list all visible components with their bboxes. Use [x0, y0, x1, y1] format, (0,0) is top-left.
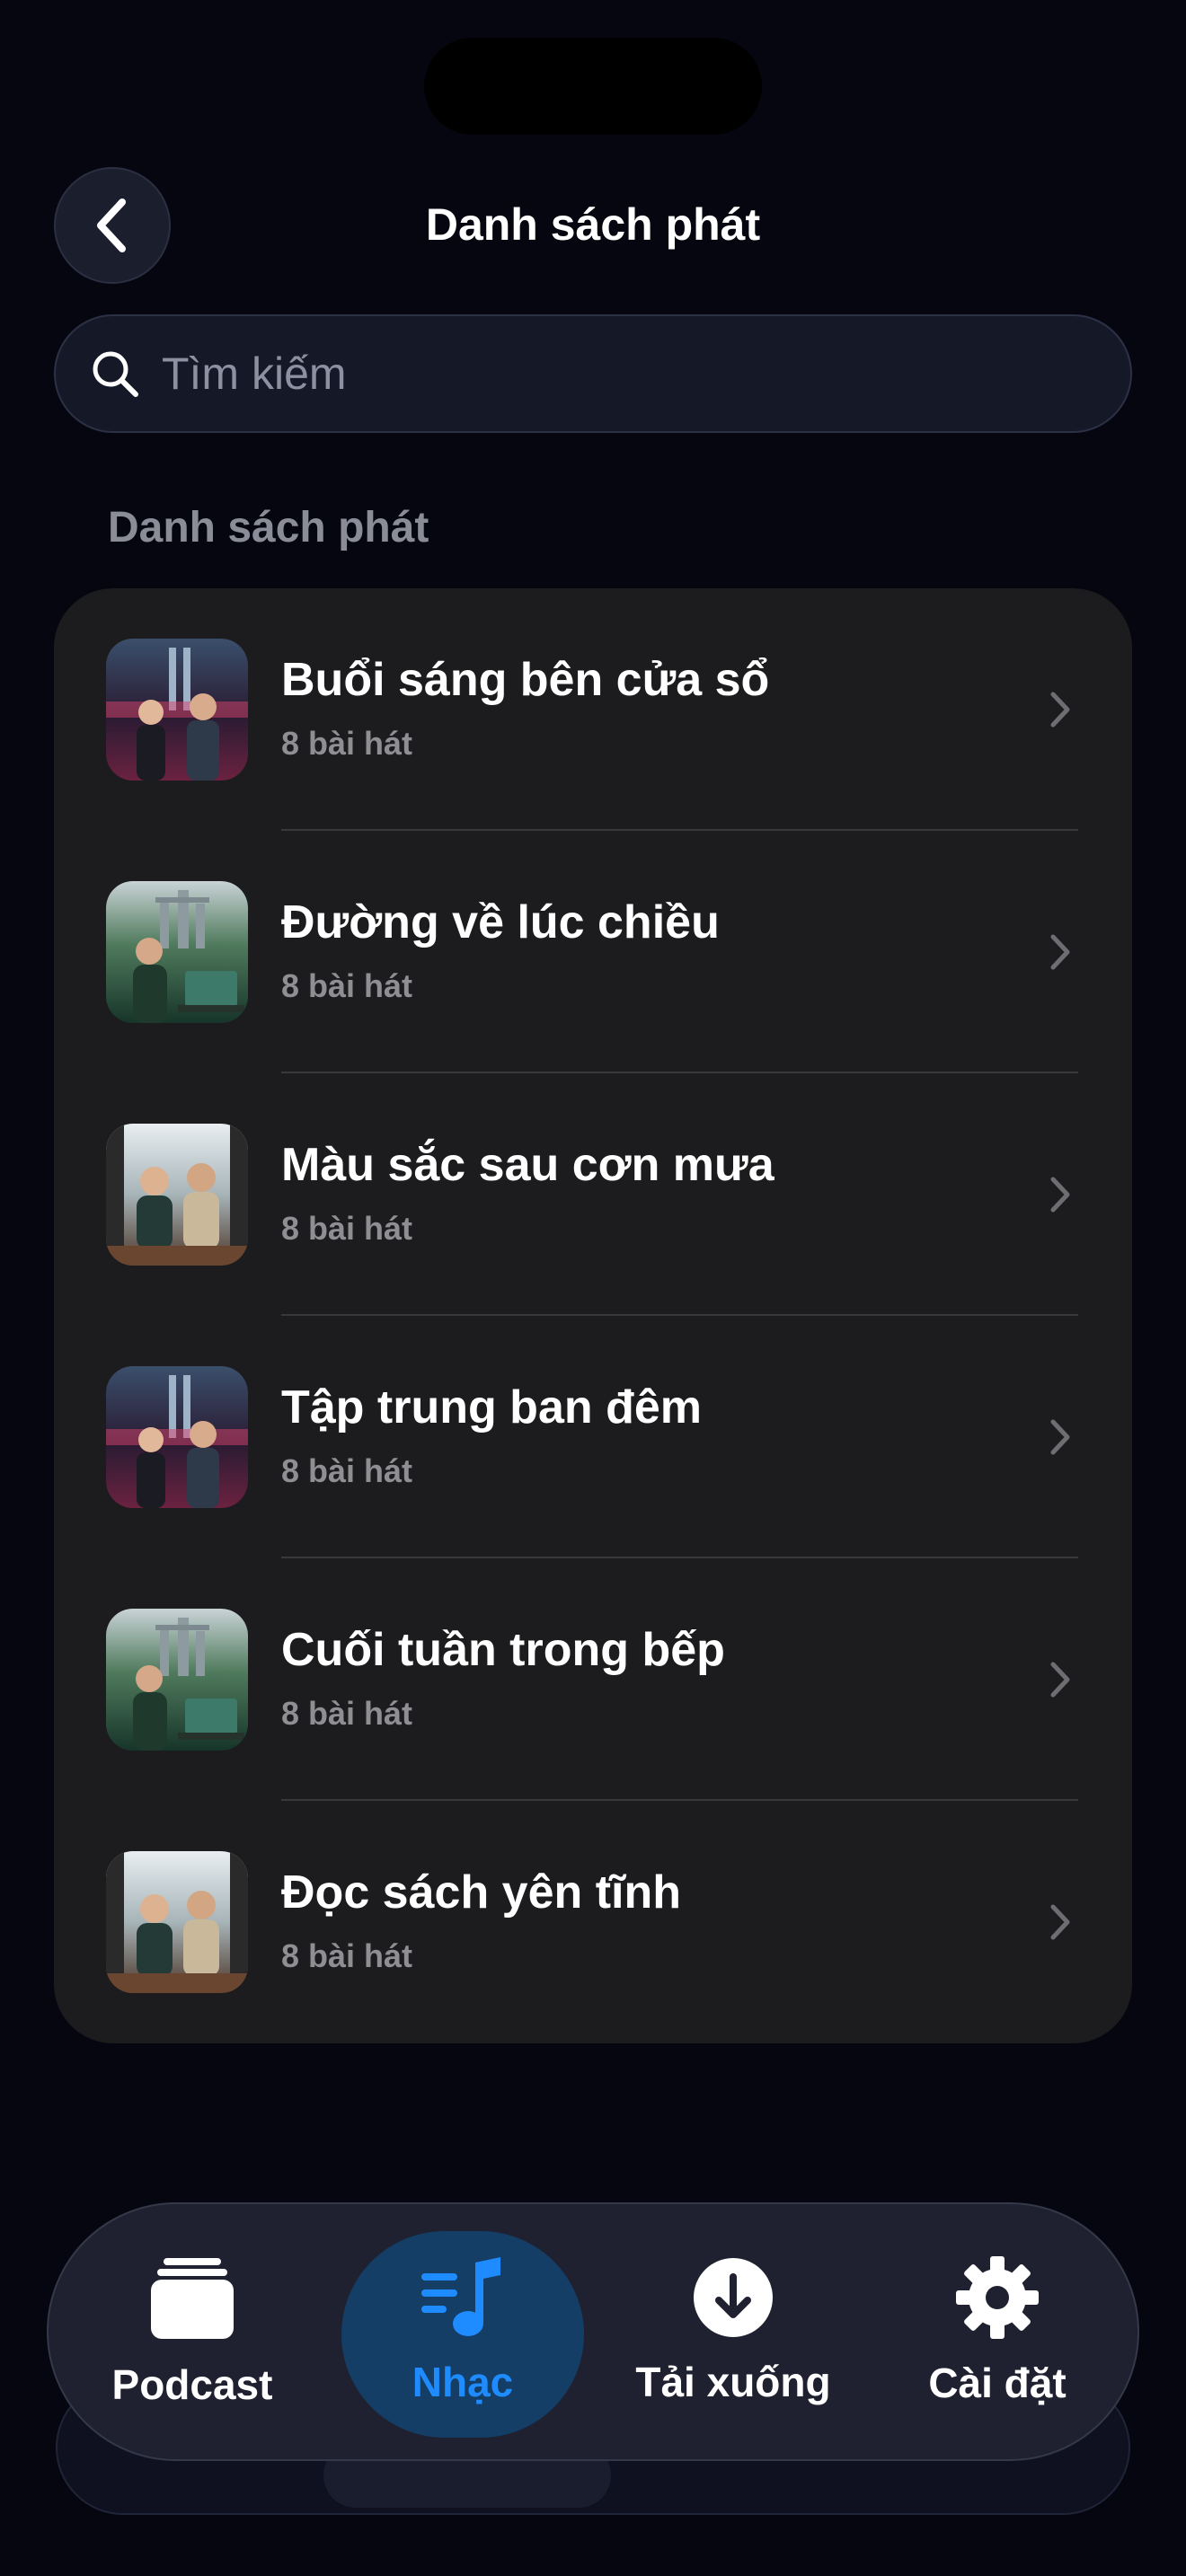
chevron-right-icon	[1050, 692, 1070, 728]
playlist-row[interactable]: Tập trung ban đêm 8 bài hát	[54, 1316, 1132, 1558]
chevron-right-icon	[1050, 1904, 1070, 1940]
tab-label: Tải xuống	[635, 2359, 831, 2405]
playlist-title: Đọc sách yên tĩnh	[281, 1866, 681, 1919]
playlist-artwork	[106, 1609, 248, 1751]
download-icon	[694, 2258, 773, 2337]
tab-label: Podcast	[111, 2361, 273, 2408]
dynamic-island	[424, 38, 762, 135]
tab-music[interactable]: Nhạc	[328, 2204, 597, 2459]
playlist-title: Tập trung ban đêm	[281, 1381, 702, 1434]
tab-bar: Podcast Nhạc Tải xuống Cài đặt	[47, 2202, 1139, 2461]
tab-settings[interactable]: Cài đặt	[863, 2204, 1132, 2459]
playlist-song-count: 8 bài hát	[281, 725, 413, 762]
section-label: Danh sách phát	[108, 504, 429, 551]
gear-icon	[956, 2256, 1039, 2339]
playlist-row[interactable]: Đường về lúc chiều 8 bài hát	[54, 831, 1132, 1073]
playlist-song-count: 8 bài hát	[281, 1937, 413, 1974]
playlist-row[interactable]: Màu sắc sau cơn mưa 8 bài hát	[54, 1073, 1132, 1316]
tab-downloads[interactable]: Tải xuống	[598, 2204, 868, 2459]
playlist-row[interactable]: Cuối tuần trong bếp 8 bài hát	[54, 1558, 1132, 1801]
playlist-song-count: 8 bài hát	[281, 1210, 413, 1247]
playlist-song-count: 8 bài hát	[281, 1452, 413, 1489]
chevron-right-icon	[1050, 1419, 1070, 1455]
tab-label: Nhạc	[412, 2359, 514, 2405]
playlist-artwork	[106, 1124, 248, 1266]
playlist-row[interactable]: Buổi sáng bên cửa sổ 8 bài hát	[54, 588, 1132, 831]
search-icon	[93, 351, 138, 397]
search-input[interactable]	[160, 347, 1130, 401]
chevron-right-icon	[1050, 1662, 1070, 1698]
playlist-title: Buổi sáng bên cửa sổ	[281, 654, 770, 706]
playlist-title: Màu sắc sau cơn mưa	[281, 1139, 774, 1191]
playlist-title: Cuối tuần trong bếp	[281, 1624, 725, 1676]
playlist-artwork	[106, 881, 248, 1023]
search-bar[interactable]	[54, 314, 1132, 433]
playlist-artwork	[106, 1366, 248, 1508]
playlist-artwork	[106, 639, 248, 781]
chevron-right-icon	[1050, 1177, 1070, 1213]
podcast-stack-icon	[151, 2258, 234, 2339]
playlist-song-count: 8 bài hát	[281, 1695, 413, 1732]
tab-label: Cài đặt	[928, 2360, 1067, 2406]
playlist-artwork	[106, 1851, 248, 1993]
tab-podcast[interactable]: Podcast	[58, 2204, 327, 2459]
playlist-card: Buổi sáng bên cửa sổ 8 bài hát Đường về …	[54, 588, 1132, 2043]
playlist-song-count: 8 bài hát	[281, 967, 413, 1004]
playlist-row[interactable]: Đọc sách yên tĩnh 8 bài hát	[54, 1801, 1132, 2043]
music-list-icon	[421, 2257, 500, 2336]
page-title: Danh sách phát	[425, 199, 761, 250]
playlist-title: Đường về lúc chiều	[281, 896, 720, 948]
chevron-right-icon	[1050, 934, 1070, 970]
